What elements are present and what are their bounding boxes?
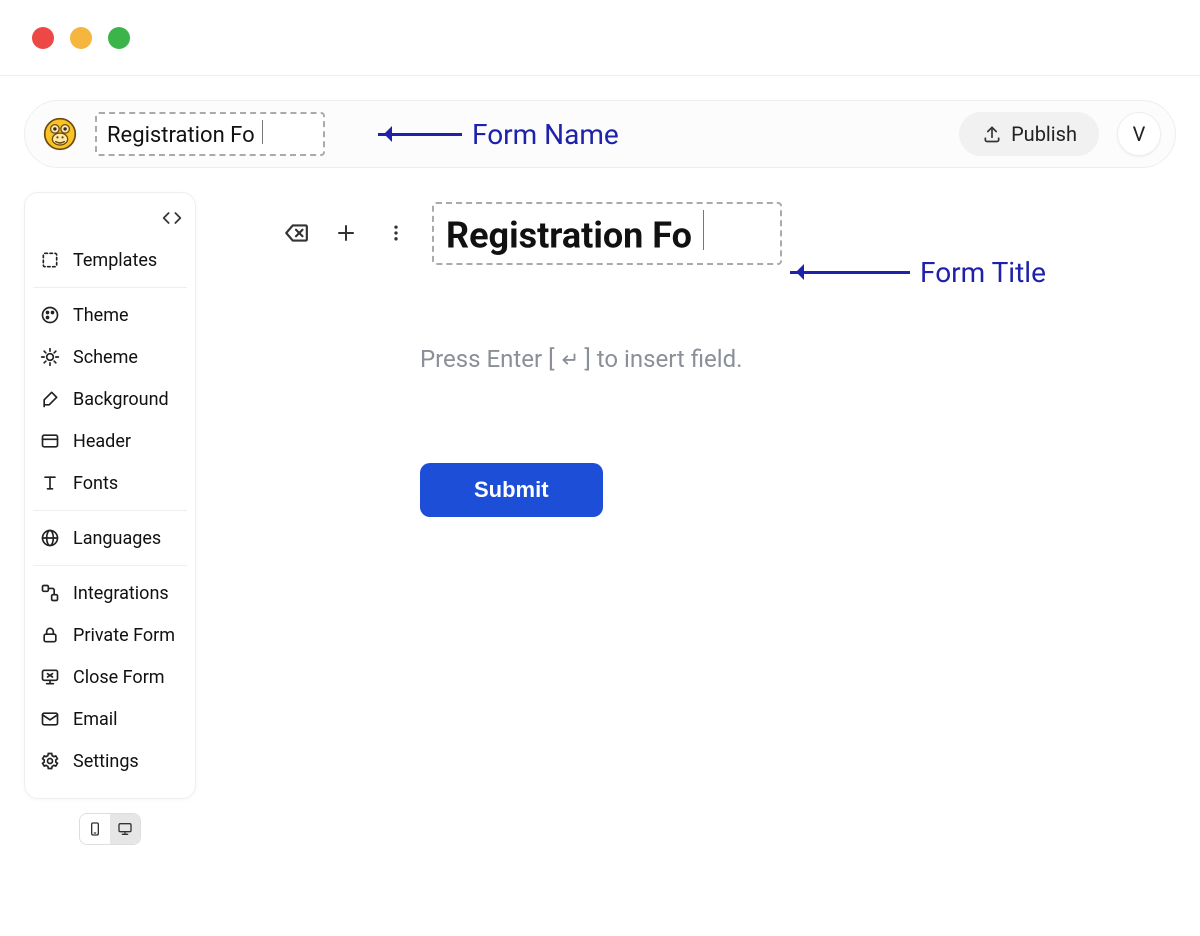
sidebar-item-integrations[interactable]: Integrations bbox=[33, 572, 187, 614]
sidebar-item-label: Close Form bbox=[73, 667, 165, 688]
form-title-input[interactable]: Registration Fo bbox=[432, 202, 782, 265]
globe-icon bbox=[39, 527, 61, 549]
sidebar-item-email[interactable]: Email bbox=[33, 698, 187, 740]
sidebar-item-settings[interactable]: Settings bbox=[33, 740, 187, 782]
sidebar-item-label: Integrations bbox=[73, 583, 169, 604]
avatar-initial: V bbox=[1133, 122, 1146, 146]
palette-icon bbox=[39, 304, 61, 326]
sidebar-item-templates[interactable]: Templates bbox=[33, 239, 187, 281]
code-icon[interactable] bbox=[161, 207, 183, 229]
sidebar-item-fonts[interactable]: Fonts bbox=[33, 462, 187, 504]
form-title-value: Registration Fo bbox=[446, 215, 692, 257]
form-canvas: Registration Fo Press Enter [ ] to inser… bbox=[220, 192, 1176, 517]
window-titlebar bbox=[0, 0, 1200, 76]
sun-icon bbox=[39, 346, 61, 368]
sidebar-item-theme[interactable]: Theme bbox=[33, 294, 187, 336]
window-minimize-dot[interactable] bbox=[70, 27, 92, 49]
sidebar-item-languages[interactable]: Languages bbox=[33, 517, 187, 559]
more-options-button[interactable] bbox=[382, 219, 410, 247]
mobile-preview-button[interactable] bbox=[80, 814, 110, 844]
sidebar-item-label: Fonts bbox=[73, 473, 118, 494]
sidebar-item-label: Settings bbox=[73, 751, 139, 772]
sidebar-item-close-form[interactable]: Close Form bbox=[33, 656, 187, 698]
sidebar-item-header[interactable]: Header bbox=[33, 420, 187, 462]
sidebar-item-private-form[interactable]: Private Form bbox=[33, 614, 187, 656]
templates-icon bbox=[39, 249, 61, 271]
hint-prefix: Press Enter [ bbox=[420, 345, 554, 373]
enter-key-icon bbox=[558, 348, 580, 370]
publish-button[interactable]: Publish bbox=[959, 112, 1099, 156]
submit-button[interactable]: Submit bbox=[420, 463, 603, 517]
upload-icon bbox=[981, 123, 1003, 145]
sidebar-item-label: Email bbox=[73, 709, 118, 730]
brush-icon bbox=[39, 388, 61, 410]
insert-field-hint: Press Enter [ ] to insert field. bbox=[420, 345, 1176, 373]
mail-icon bbox=[39, 708, 61, 730]
window-zoom-dot[interactable] bbox=[108, 27, 130, 49]
publish-label: Publish bbox=[1011, 122, 1077, 146]
backspace-icon[interactable] bbox=[282, 219, 310, 247]
sidebar-item-label: Background bbox=[73, 389, 169, 410]
add-field-button[interactable] bbox=[332, 219, 360, 247]
sidebar-item-label: Header bbox=[73, 431, 131, 452]
gear-icon bbox=[39, 750, 61, 772]
sidebar-item-label: Scheme bbox=[73, 347, 138, 368]
sidebar-item-background[interactable]: Background bbox=[33, 378, 187, 420]
typography-icon bbox=[39, 472, 61, 494]
sidebar-item-label: Theme bbox=[73, 305, 129, 326]
workflow-icon bbox=[39, 582, 61, 604]
app-logo-icon bbox=[43, 117, 77, 151]
form-name-input[interactable]: Registration Fo bbox=[95, 112, 325, 156]
sidebar: Templates Theme Scheme Background bbox=[24, 192, 196, 845]
submit-label: Submit bbox=[474, 477, 549, 502]
header-bar: Registration Fo Publish V bbox=[24, 100, 1176, 168]
sidebar-item-scheme[interactable]: Scheme bbox=[33, 336, 187, 378]
avatar[interactable]: V bbox=[1117, 112, 1161, 156]
form-name-value: Registration Fo bbox=[107, 123, 255, 148]
sidebar-item-label: Private Form bbox=[73, 625, 175, 646]
monitor-x-icon bbox=[39, 666, 61, 688]
header-icon bbox=[39, 430, 61, 452]
window-close-dot[interactable] bbox=[32, 27, 54, 49]
hint-suffix: ] to insert field. bbox=[584, 345, 742, 373]
sidebar-item-label: Languages bbox=[73, 528, 161, 549]
lock-icon bbox=[39, 624, 61, 646]
device-toggle bbox=[24, 813, 196, 845]
desktop-preview-button[interactable] bbox=[110, 814, 140, 844]
sidebar-item-label: Templates bbox=[73, 250, 157, 271]
